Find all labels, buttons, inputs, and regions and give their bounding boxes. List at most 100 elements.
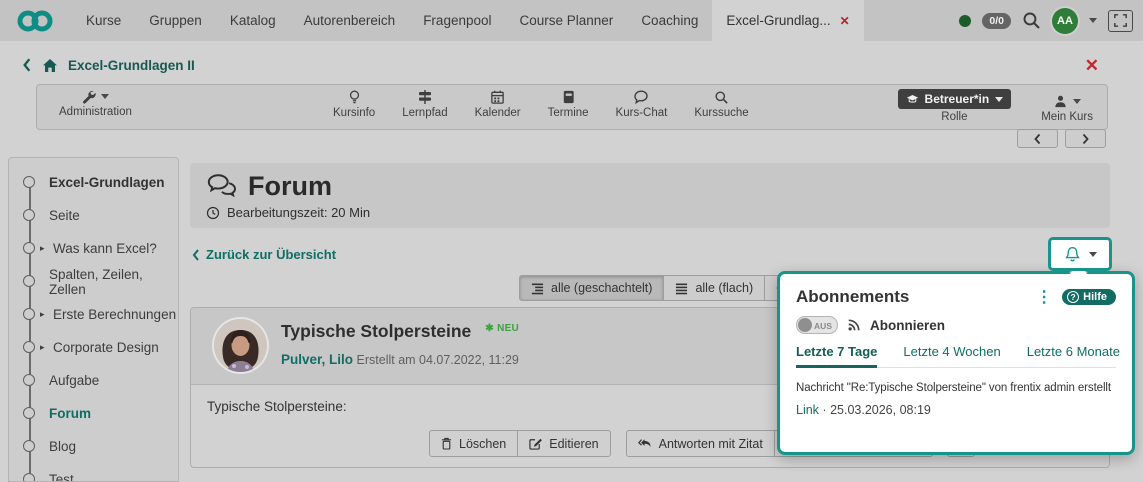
role-switcher: Betreuer*in Rolle (897, 89, 1012, 123)
tab-letzte-6-monate[interactable]: Letzte 6 Monate (1027, 344, 1120, 367)
reply-all-icon (637, 438, 652, 450)
expand-arrow-icon[interactable]: ▸ (40, 309, 45, 320)
administration-menu[interactable]: Administration (59, 89, 132, 118)
new-badge: ✱ NEU (485, 323, 520, 334)
nav-tab-katalog[interactable]: Katalog (216, 0, 290, 41)
home-icon[interactable] (42, 58, 58, 73)
toolbar-item-lernpfad[interactable]: Lernpfad (402, 89, 448, 119)
lightbulb-icon (347, 89, 362, 105)
button-label: Löschen (459, 436, 507, 451)
my-course-menu[interactable]: Mein Kurs (1041, 94, 1093, 123)
toolbar-item-label: Lernpfad (402, 107, 448, 119)
edit-button[interactable]: Editieren (517, 430, 611, 457)
edit-pencil-icon (529, 437, 543, 450)
forum-header-panel: Forum Bearbeitungszeit: 20 Min (190, 163, 1110, 228)
notification-link[interactable]: Link (796, 403, 819, 417)
view-tab-nested[interactable]: alle (geschachtelt) (519, 275, 665, 301)
nav-tab-label: Autorenbereich (303, 13, 396, 28)
sidebar-item-label: Blog (49, 439, 77, 454)
brand-logo[interactable] (0, 0, 72, 41)
toolbar-item-label: Termine (547, 107, 589, 119)
sidebar-item-test[interactable]: Test (9, 463, 178, 482)
back-to-overview-link[interactable]: Zurück zur Übersicht (192, 247, 336, 262)
post-author-link[interactable]: Pulver, Lilo (281, 352, 353, 367)
sidebar-item-forum[interactable]: Forum (9, 397, 178, 430)
sidebar-item-excel-grundlagen[interactable]: Excel-Grundlagen (9, 166, 178, 199)
chat-count-badge[interactable]: 0/0 (982, 12, 1011, 29)
sidebar-item-spalten-zeilen-zellen[interactable]: Spalten, Zeilen, Zellen (9, 265, 178, 298)
administration-label: Administration (59, 106, 132, 118)
node-circle-icon (23, 308, 35, 320)
course-pager (1017, 129, 1106, 148)
search-icon[interactable] (1022, 11, 1041, 30)
subscribe-toggle[interactable]: AUS (796, 316, 838, 334)
chat-bubble-icon (633, 89, 649, 105)
tab-letzte-4-wochen[interactable]: Letzte 4 Wochen (903, 344, 1000, 367)
toolbar-item-termine[interactable]: Termine (548, 89, 589, 119)
sidebar-item-label: Test (49, 472, 74, 482)
sidebar-item-erste-berechnungen[interactable]: ▸ Erste Berechnungen (9, 298, 178, 331)
node-circle-icon (23, 209, 35, 221)
nav-tab-autorenbereich[interactable]: Autorenbereich (290, 0, 410, 41)
search-icon (714, 90, 729, 105)
toolbar-item-label: Kalender (474, 107, 521, 119)
sidebar-item-aufgabe[interactable]: Aufgabe (9, 364, 178, 397)
sidebar-item-label: Seite (49, 208, 80, 223)
author-avatar[interactable] (214, 319, 267, 372)
user-avatar[interactable]: AA (1052, 7, 1078, 34)
delete-button[interactable]: Löschen (429, 430, 519, 457)
nested-list-icon (531, 282, 544, 295)
new-star-icon: ✱ (485, 323, 498, 334)
view-tab-flat[interactable]: alle (flach) (663, 275, 766, 301)
sidebar-item-seite[interactable]: Seite (9, 199, 178, 232)
role-caret-icon (995, 96, 1004, 102)
presence-status-dot (959, 14, 972, 27)
back-chevron-icon (192, 248, 200, 261)
nav-tab-excel-grundlagen-active[interactable]: Excel-Grundlag... ✕ (712, 0, 864, 41)
nav-tab-kurse[interactable]: Kurse (72, 0, 135, 41)
pager-prev-button[interactable] (1017, 129, 1058, 148)
nav-tab-course-planner[interactable]: Course Planner (506, 0, 628, 41)
help-badge[interactable]: ? Hilfe (1062, 289, 1116, 305)
sidebar-item-label: Corporate Design (53, 340, 159, 355)
back-chevron-icon[interactable] (22, 58, 32, 72)
expand-arrow-icon[interactable]: ▸ (40, 243, 45, 254)
nav-tab-fragenpool[interactable]: Fragenpool (409, 0, 505, 41)
toolbar-item-kurs-chat[interactable]: Kurs-Chat (616, 89, 667, 119)
sidebar-item-was-kann-excel[interactable]: ▸ Was kann Excel? (9, 232, 178, 265)
course-title-breadcrumb[interactable]: Excel-Grundlagen II (68, 58, 195, 73)
toolbar-item-kursinfo[interactable]: Kursinfo (333, 89, 375, 119)
node-circle-icon (23, 242, 35, 254)
sidebar-item-corporate-design[interactable]: ▸ Corporate Design (9, 331, 178, 364)
reply-with-quote-button[interactable]: Antworten mit Zitat (625, 430, 775, 457)
sidebar-item-blog[interactable]: Blog (9, 430, 178, 463)
node-circle-icon (23, 440, 35, 452)
node-circle-icon (23, 275, 35, 287)
popup-menu-dots-icon[interactable]: ⋮ (1026, 287, 1062, 307)
expand-arrow-icon[interactable]: ▸ (40, 342, 45, 353)
help-label: Hilfe (1083, 291, 1107, 303)
nav-tab-label: Fragenpool (423, 13, 492, 28)
tab-letzte-7-tage[interactable]: Letzte 7 Tage (796, 344, 878, 368)
course-nav-sidebar: Excel-Grundlagen Seite ▸ Was kann Excel? … (8, 157, 179, 482)
node-circle-icon (23, 374, 35, 386)
pager-next-button[interactable] (1065, 129, 1106, 148)
course-close-icon[interactable]: ✕ (1085, 57, 1099, 74)
subscribe-label[interactable]: Abonnieren (870, 318, 945, 333)
my-course-caret-icon (1073, 99, 1082, 104)
sidebar-item-label: Forum (49, 406, 91, 421)
nav-tab-label: Kurse (86, 13, 122, 28)
toolbar-item-kurssuche[interactable]: Kurssuche (694, 89, 749, 119)
user-menu-caret-icon[interactable] (1089, 18, 1097, 23)
button-label: Editieren (549, 436, 599, 451)
back-link-label: Zurück zur Übersicht (206, 247, 337, 262)
nav-tab-coaching[interactable]: Coaching (627, 0, 712, 41)
clock-icon (206, 206, 220, 220)
nav-tab-gruppen[interactable]: Gruppen (135, 0, 216, 41)
tab-close-icon[interactable]: ✕ (840, 14, 850, 28)
role-dropdown-button[interactable]: Betreuer*in (897, 89, 1012, 109)
subscription-bell-button[interactable] (1048, 237, 1112, 271)
post-byline: Pulver, Lilo Erstellt am 04.07.2022, 11:… (281, 352, 519, 367)
fullscreen-toggle-button[interactable] (1108, 9, 1133, 32)
toolbar-item-kalender[interactable]: Kalender (475, 89, 521, 119)
